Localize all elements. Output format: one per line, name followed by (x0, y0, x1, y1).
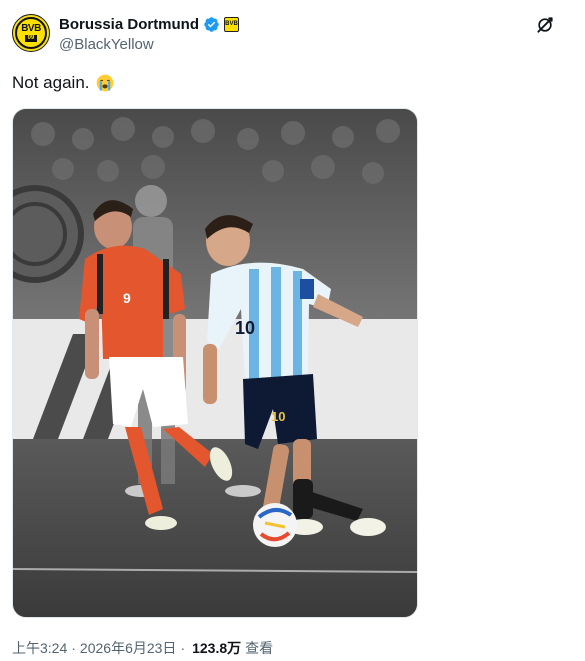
tweet-text-row: Not again. (12, 73, 115, 93)
author-display-name[interactable]: Borussia Dortmund (59, 16, 199, 33)
tweet-views-count: 123.8万 (192, 640, 242, 656)
avatar-text-bottom: 09 (24, 35, 38, 42)
meta-separator: · (180, 640, 186, 656)
tweet-views-label: 查看 (245, 640, 274, 656)
football-photo-illustration: 9 10 10 (13, 109, 417, 617)
crying-face-emoji-icon (96, 74, 113, 92)
avatar-text-top: BVB (21, 23, 41, 34)
tweet-text: Not again. (12, 73, 90, 92)
tweet-date[interactable]: 2026年6月23日 (80, 638, 177, 658)
affiliate-badge-icon[interactable]: BVB (224, 16, 240, 32)
bvb-logo-icon: BVB 09 (15, 17, 47, 49)
argentina-player-number-front: 10 (235, 318, 255, 338)
author-handle[interactable]: @BlackYellow (59, 36, 154, 53)
austria-player-number: 9 (123, 290, 131, 306)
meta-separator: · (71, 640, 76, 656)
author-name-row: Borussia Dortmund BVB (59, 14, 240, 34)
affiliate-badge-text: BVB (225, 21, 238, 27)
grok-icon[interactable] (535, 15, 555, 35)
tweet-meta-row: 上午3:24 · 2026年6月23日 · 123.8万 查看 (12, 638, 273, 658)
tweet-photo[interactable]: 9 10 10 (12, 108, 418, 618)
tweet-time[interactable]: 上午3:24 (12, 638, 67, 658)
verified-badge-icon[interactable] (203, 16, 220, 33)
argentina-player-number-shorts: 10 (271, 409, 285, 424)
avatar[interactable]: BVB 09 (12, 14, 50, 52)
